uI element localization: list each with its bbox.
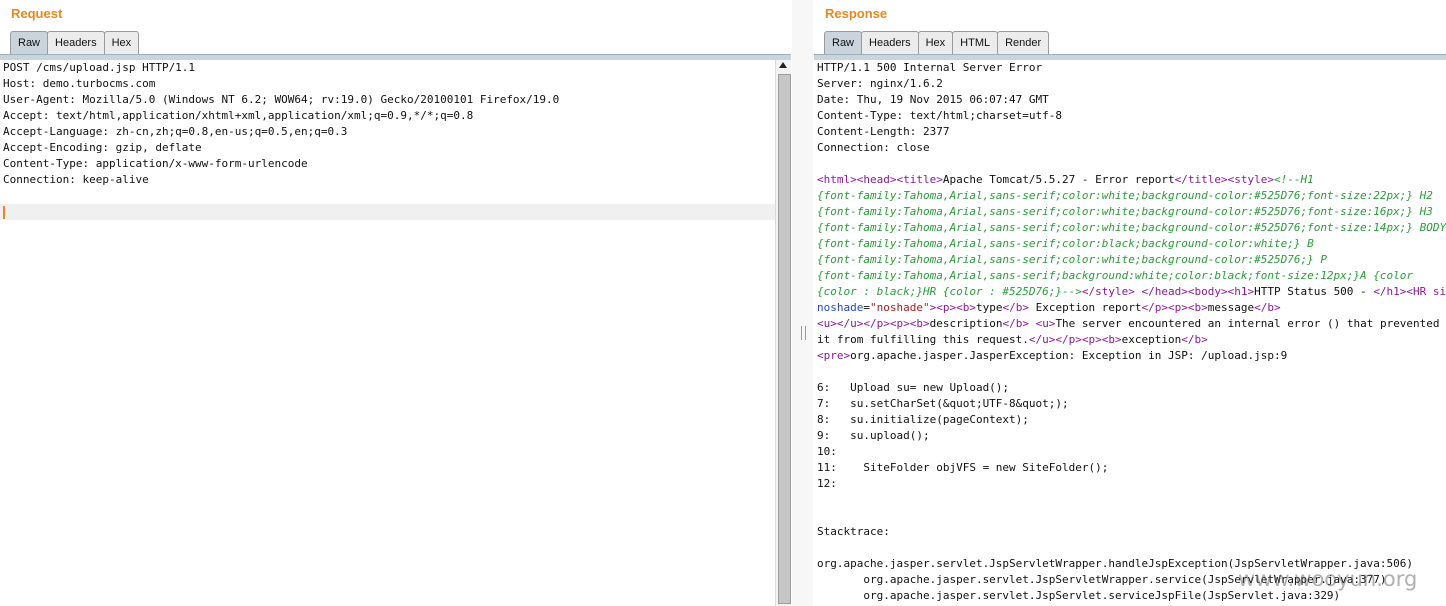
pre-text: org.apache.jasper.JasperException: Excep… [850,349,1288,362]
attr-value: "noshade" [869,301,930,314]
html-desc-line: <u></u></p><p><b>description</b> <u>The … [817,317,1440,330]
exception-label: exception [1121,333,1182,346]
request-line: Accept-Language: zh-cn,zh;q=0.8,en-us;q=… [3,125,348,138]
response-header-line: Content-Type: text/html;charset=utf-8 [817,109,1063,122]
description-cont: it from fulfilling this request. [817,333,1029,346]
scrollbar-thumb[interactable] [778,74,791,604]
response-tab-headers[interactable]: Headers [861,31,919,54]
response-header-line: HTTP/1.1 500 Internal Server Error [817,61,1043,74]
html-title-text: Apache Tomcat/5.5.27 - Error report [942,173,1175,186]
description-text: The server encountered an internal error… [1055,317,1440,330]
html-desc-cont-line: it from fulfilling this request.</u></p>… [817,333,1208,346]
scroll-up-arrow-icon[interactable] [779,62,787,68]
stacktrace-label: Stacktrace: [817,525,890,538]
response-tab-html[interactable]: HTML [952,31,999,54]
response-blank-line [814,540,1446,556]
code-line: 11: SiteFolder objVFS = new SiteFolder()… [817,461,1109,474]
response-title: Response [825,6,888,21]
css-line: {font-family:Tahoma,Arial,sans-serif;col… [817,205,1433,218]
response-blank-line [814,492,1446,508]
code-line: 10: [817,445,837,458]
html-body-line: {color : black;}HR {color : #525D76;}-->… [817,285,1446,298]
html-hr-line: noshade="noshade"><p><b>type</b> Excepti… [817,301,1281,314]
request-tabs: Raw Headers Hex [10,31,140,55]
css-line: {font-family:Tahoma,Arial,sans-serif;bac… [817,269,1414,282]
request-tab-hex[interactable]: Hex [103,31,140,54]
request-tab-raw[interactable]: Raw [10,31,49,54]
request-line: POST /cms/upload.jsp HTTP/1.1 [3,61,196,74]
response-editor[interactable]: HTTP/1.1 500 Internal Server Error Serve… [814,60,1446,606]
code-line: 12: [817,477,837,490]
request-line: Host: demo.turbocms.com [3,77,156,90]
text-caret [3,205,5,219]
type-value: Exception report [1028,301,1142,314]
response-tab-render[interactable]: Render [997,31,1050,54]
request-line: Accept: text/html,application/xhtml+xml,… [3,109,474,122]
response-tab-hex[interactable]: Hex [917,31,954,54]
request-line: User-Agent: Mozilla/5.0 (Windows NT 6.2;… [3,93,560,106]
css-text: {color : black;}HR {color : #525D76;}--> [817,285,1082,298]
message-label: message [1207,301,1255,314]
request-line: Connection: keep-alive [3,173,149,186]
code-line: 9: su.upload(); [817,429,930,442]
request-title: Request [11,6,63,21]
type-label: type [975,301,1003,314]
css-line: {font-family:Tahoma,Arial,sans-serif;col… [817,237,1314,250]
request-empty-line [0,188,791,204]
request-caret-line[interactable] [0,204,791,220]
divider-grip-icon[interactable] [801,326,806,340]
request-editor[interactable]: POST /cms/upload.jsp HTTP/1.1 Host: demo… [0,60,791,606]
html-head-line: <html><head><title>Apache Tomcat/5.5.27 … [817,173,1314,186]
response-header-line: Server: nginx/1.6.2 [817,77,943,90]
html-pre-line: <pre>org.apache.jasper.JasperException: … [817,349,1288,362]
h1-text: HTTP Status 500 - [1254,285,1374,298]
response-tab-raw[interactable]: Raw [824,31,863,54]
code-line: 8: su.initialize(pageContext); [817,413,1029,426]
response-header-line: Connection: close [817,141,930,154]
css-line: {font-family:Tahoma,Arial,sans-serif;col… [817,221,1446,234]
attr-name: noshade [817,301,864,314]
split-divider[interactable] [792,0,813,606]
css-line: {font-family:Tahoma,Arial,sans-serif;col… [817,189,1433,202]
request-scrollbar[interactable] [775,60,791,606]
response-blank-line [814,156,1446,172]
response-header-line: Content-Length: 2377 [817,125,950,138]
response-tabs: Raw Headers Hex HTML Render [824,31,1050,55]
response-blank-line [814,508,1446,524]
response-blank-line [814,364,1446,380]
response-header-line: Date: Thu, 19 Nov 2015 06:07:47 GMT [817,93,1049,106]
watermark: www.wooyun.org [1238,567,1418,591]
request-tab-headers[interactable]: Headers [47,31,105,54]
code-line: 7: su.setCharSet(&quot;UTF-8&quot;); [817,397,1069,410]
request-panel: Request Raw Headers Hex POST /cms/upload… [0,0,791,606]
description-label: description [929,317,1003,330]
code-line: 6: Upload su= new Upload(); [817,381,1010,394]
css-line: {font-family:Tahoma,Arial,sans-serif;col… [817,253,1327,266]
request-line: Accept-Encoding: gzip, deflate [3,141,202,154]
request-line: Content-Type: application/x-www-form-url… [3,157,308,170]
css-text: <!--H1 [1273,173,1314,186]
response-panel: Response Raw Headers Hex HTML Render HTT… [814,0,1446,606]
